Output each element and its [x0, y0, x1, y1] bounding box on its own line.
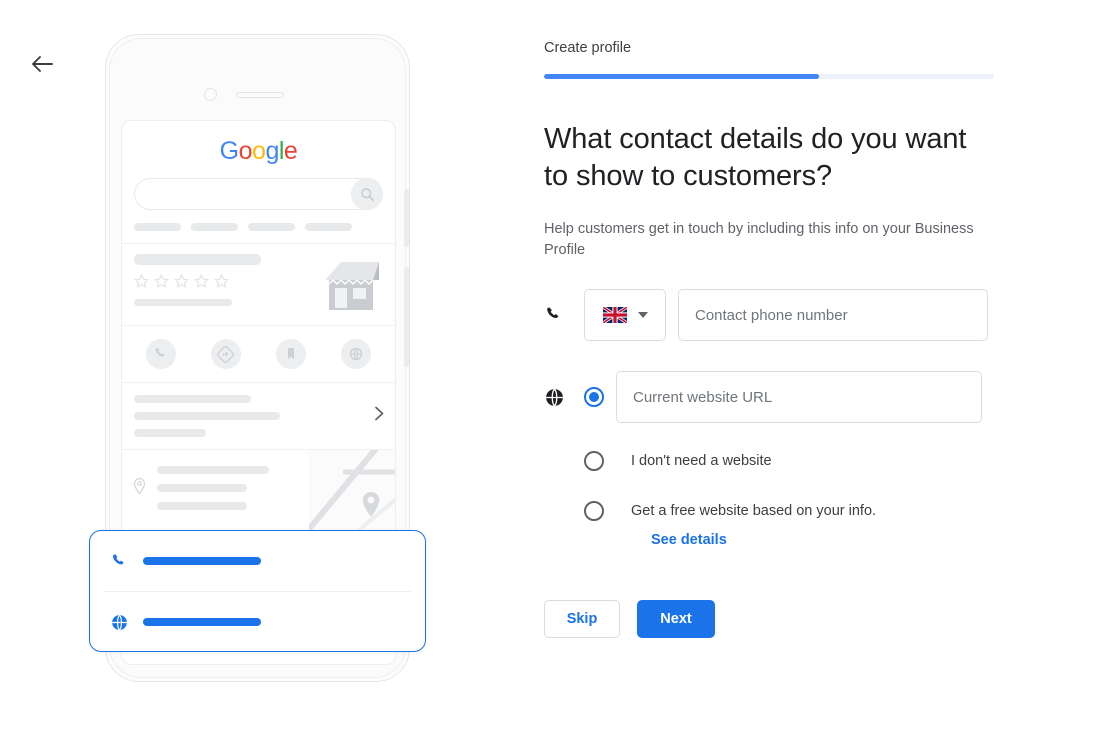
- business-name-placeholder: [134, 254, 261, 265]
- mock-search-button: [351, 178, 383, 210]
- address-block: [122, 450, 309, 534]
- chevron-right-icon: [374, 406, 385, 427]
- storefront-icon: [324, 262, 379, 310]
- mock-chip: [248, 223, 295, 231]
- mock-chip: [191, 223, 238, 231]
- phone-icon: [155, 348, 165, 357]
- screen-action-row: [122, 326, 395, 383]
- progress-bar: [544, 74, 994, 79]
- country-code-select[interactable]: [584, 289, 666, 341]
- globe-icon: [350, 347, 363, 361]
- action-icon-website: [341, 339, 372, 369]
- page-title: What contact details do you want to show…: [544, 123, 967, 192]
- mock-chip-row: [122, 210, 395, 243]
- back-button[interactable]: [28, 50, 56, 78]
- phone-icon: [544, 305, 584, 325]
- logo-letter-g1: G: [219, 137, 239, 165]
- page-subtitle: Help customers get in touch by including…: [544, 221, 974, 258]
- phone-speaker: [236, 92, 284, 98]
- action-icon-save: [276, 339, 307, 369]
- website-url-input[interactable]: Current website URL: [616, 371, 982, 423]
- mock-search-bar: [134, 178, 383, 210]
- page-root: Google Create profile What contact detai…: [0, 0, 1093, 748]
- line-placeholder: [134, 395, 251, 403]
- star-icon: [194, 274, 209, 288]
- option-free-website-label: Get a free website based on your info.: [631, 503, 877, 519]
- line-placeholder: [134, 429, 206, 437]
- mock-chip: [305, 223, 352, 231]
- callout-bar-phone: [143, 557, 261, 565]
- rating-stars: [134, 274, 321, 289]
- phone-illustration: Google: [85, 30, 430, 690]
- next-button[interactable]: Next: [637, 600, 715, 638]
- star-icon: [134, 274, 149, 288]
- radio-no-website[interactable]: [584, 451, 604, 471]
- star-icon: [174, 274, 189, 288]
- star-icon: [154, 274, 169, 288]
- form-panel: Create profile What contact details do y…: [544, 0, 1004, 638]
- logo-letter-g2: g: [265, 137, 279, 165]
- see-details-link[interactable]: See details: [651, 532, 1004, 548]
- google-logo: Google: [122, 121, 395, 166]
- star-icon: [214, 274, 229, 288]
- screen-address-section: [122, 450, 395, 535]
- screen-business-section: [122, 244, 395, 326]
- phone-camera: [204, 88, 217, 101]
- line-placeholder: [134, 412, 280, 420]
- option-no-website[interactable]: I don't need a website: [544, 451, 1004, 471]
- form-actions: Skip Next: [544, 600, 1004, 638]
- phone-field-row: Contact phone number: [544, 289, 1004, 341]
- bookmark-icon: [288, 348, 295, 359]
- logo-letter-e: e: [283, 137, 298, 165]
- logo-letter-o2: o: [252, 137, 266, 165]
- arrow-left-icon: [32, 56, 53, 72]
- line-placeholder: [157, 502, 247, 510]
- magnifier-icon: [360, 187, 374, 201]
- logo-letter-o1: o: [238, 137, 253, 165]
- callout-row-website: [90, 592, 425, 652]
- address-lines: [157, 462, 309, 534]
- radio-current-website[interactable]: [584, 387, 604, 407]
- phone-side-button-upper: [404, 189, 409, 247]
- line-placeholder: [157, 484, 247, 492]
- radio-free-website[interactable]: [584, 501, 604, 521]
- callout-bar-website: [143, 618, 261, 626]
- phone-side-button-lower: [404, 267, 409, 367]
- map-thumbnail: [309, 450, 395, 534]
- globe-icon: [112, 614, 127, 630]
- contact-details-callout: [89, 530, 426, 652]
- line-placeholder: [157, 466, 269, 474]
- action-icon-call: [145, 339, 176, 369]
- skip-button[interactable]: Skip: [544, 600, 620, 638]
- mock-chip: [134, 223, 181, 231]
- directions-icon: [217, 345, 235, 363]
- storefront-illustration: [321, 258, 383, 313]
- business-meta-placeholder: [134, 299, 232, 306]
- callout-row-phone: [90, 531, 425, 591]
- caret-down-icon: [637, 312, 648, 318]
- option-no-website-label: I don't need a website: [631, 453, 772, 469]
- screen-search-section: Google: [122, 121, 395, 244]
- website-url-row: Current website URL: [544, 371, 1004, 423]
- step-label: Create profile: [544, 40, 632, 56]
- screen-link-section: [122, 383, 395, 450]
- globe-icon: [544, 387, 584, 408]
- option-free-website[interactable]: Get a free website based on your info.: [544, 501, 1004, 521]
- progress-bar-fill: [544, 74, 819, 79]
- business-info-block: [134, 254, 321, 313]
- phone-icon: [113, 553, 124, 564]
- map-pin-icon: [132, 462, 147, 534]
- action-icon-directions: [210, 339, 241, 369]
- phone-number-input[interactable]: Contact phone number: [678, 289, 988, 341]
- uk-flag-icon: [602, 307, 627, 323]
